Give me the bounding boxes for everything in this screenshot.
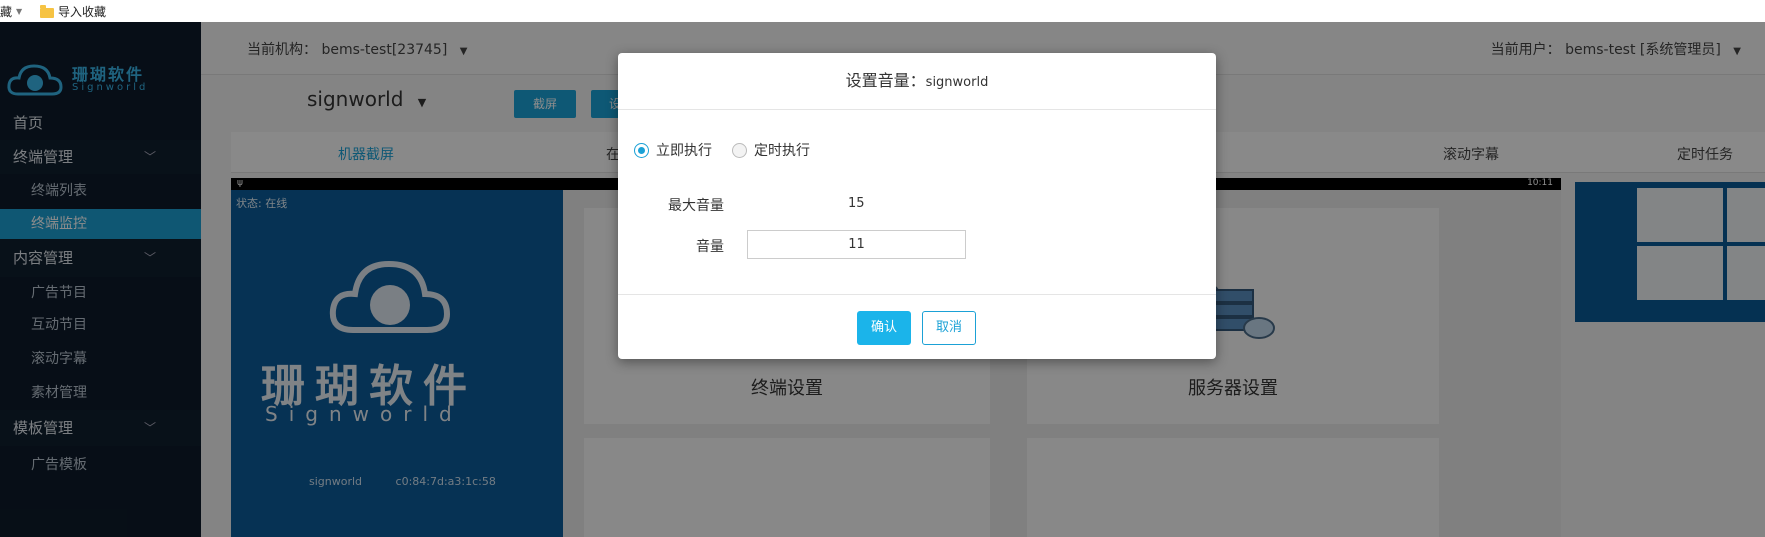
max-volume-label: 最大音量 [668,198,724,214]
dialog-device-name: signworld [925,75,989,90]
cancel-button[interactable]: 取消 [922,311,976,345]
confirm-button[interactable]: 确认 [857,311,911,345]
dialog-divider [618,294,1216,295]
radio-label-scheduled: 定时执行 [754,143,810,159]
radio-execute-scheduled[interactable] [732,142,747,158]
folder-icon [40,4,54,18]
execution-mode-group: 立即执行 定时执行 [634,140,810,160]
bookmark-label: 导入收藏 [58,5,107,19]
bookmarks-bar: 藏 ▼ 导入收藏 [0,0,1765,23]
bookmark-import[interactable]: 导入收藏 [40,3,106,20]
volume-dialog: 设置音量：signworld 立即执行 定时执行 最大音量 15 音量 确认 取… [618,53,1216,359]
radio-label-now: 立即执行 [656,143,712,159]
dialog-title-text: 设置音量： [845,71,926,90]
volume-input[interactable] [747,230,966,259]
radio-execute-now[interactable] [634,142,649,158]
bookmark-favorites[interactable]: 藏 ▼ [0,3,22,20]
chevron-down-icon: ▼ [16,7,23,16]
bookmark-label: 藏 [0,5,13,19]
dialog-title: 设置音量：signworld [618,53,1216,110]
max-volume-value: 15 [848,196,865,211]
volume-label: 音量 [696,239,724,255]
